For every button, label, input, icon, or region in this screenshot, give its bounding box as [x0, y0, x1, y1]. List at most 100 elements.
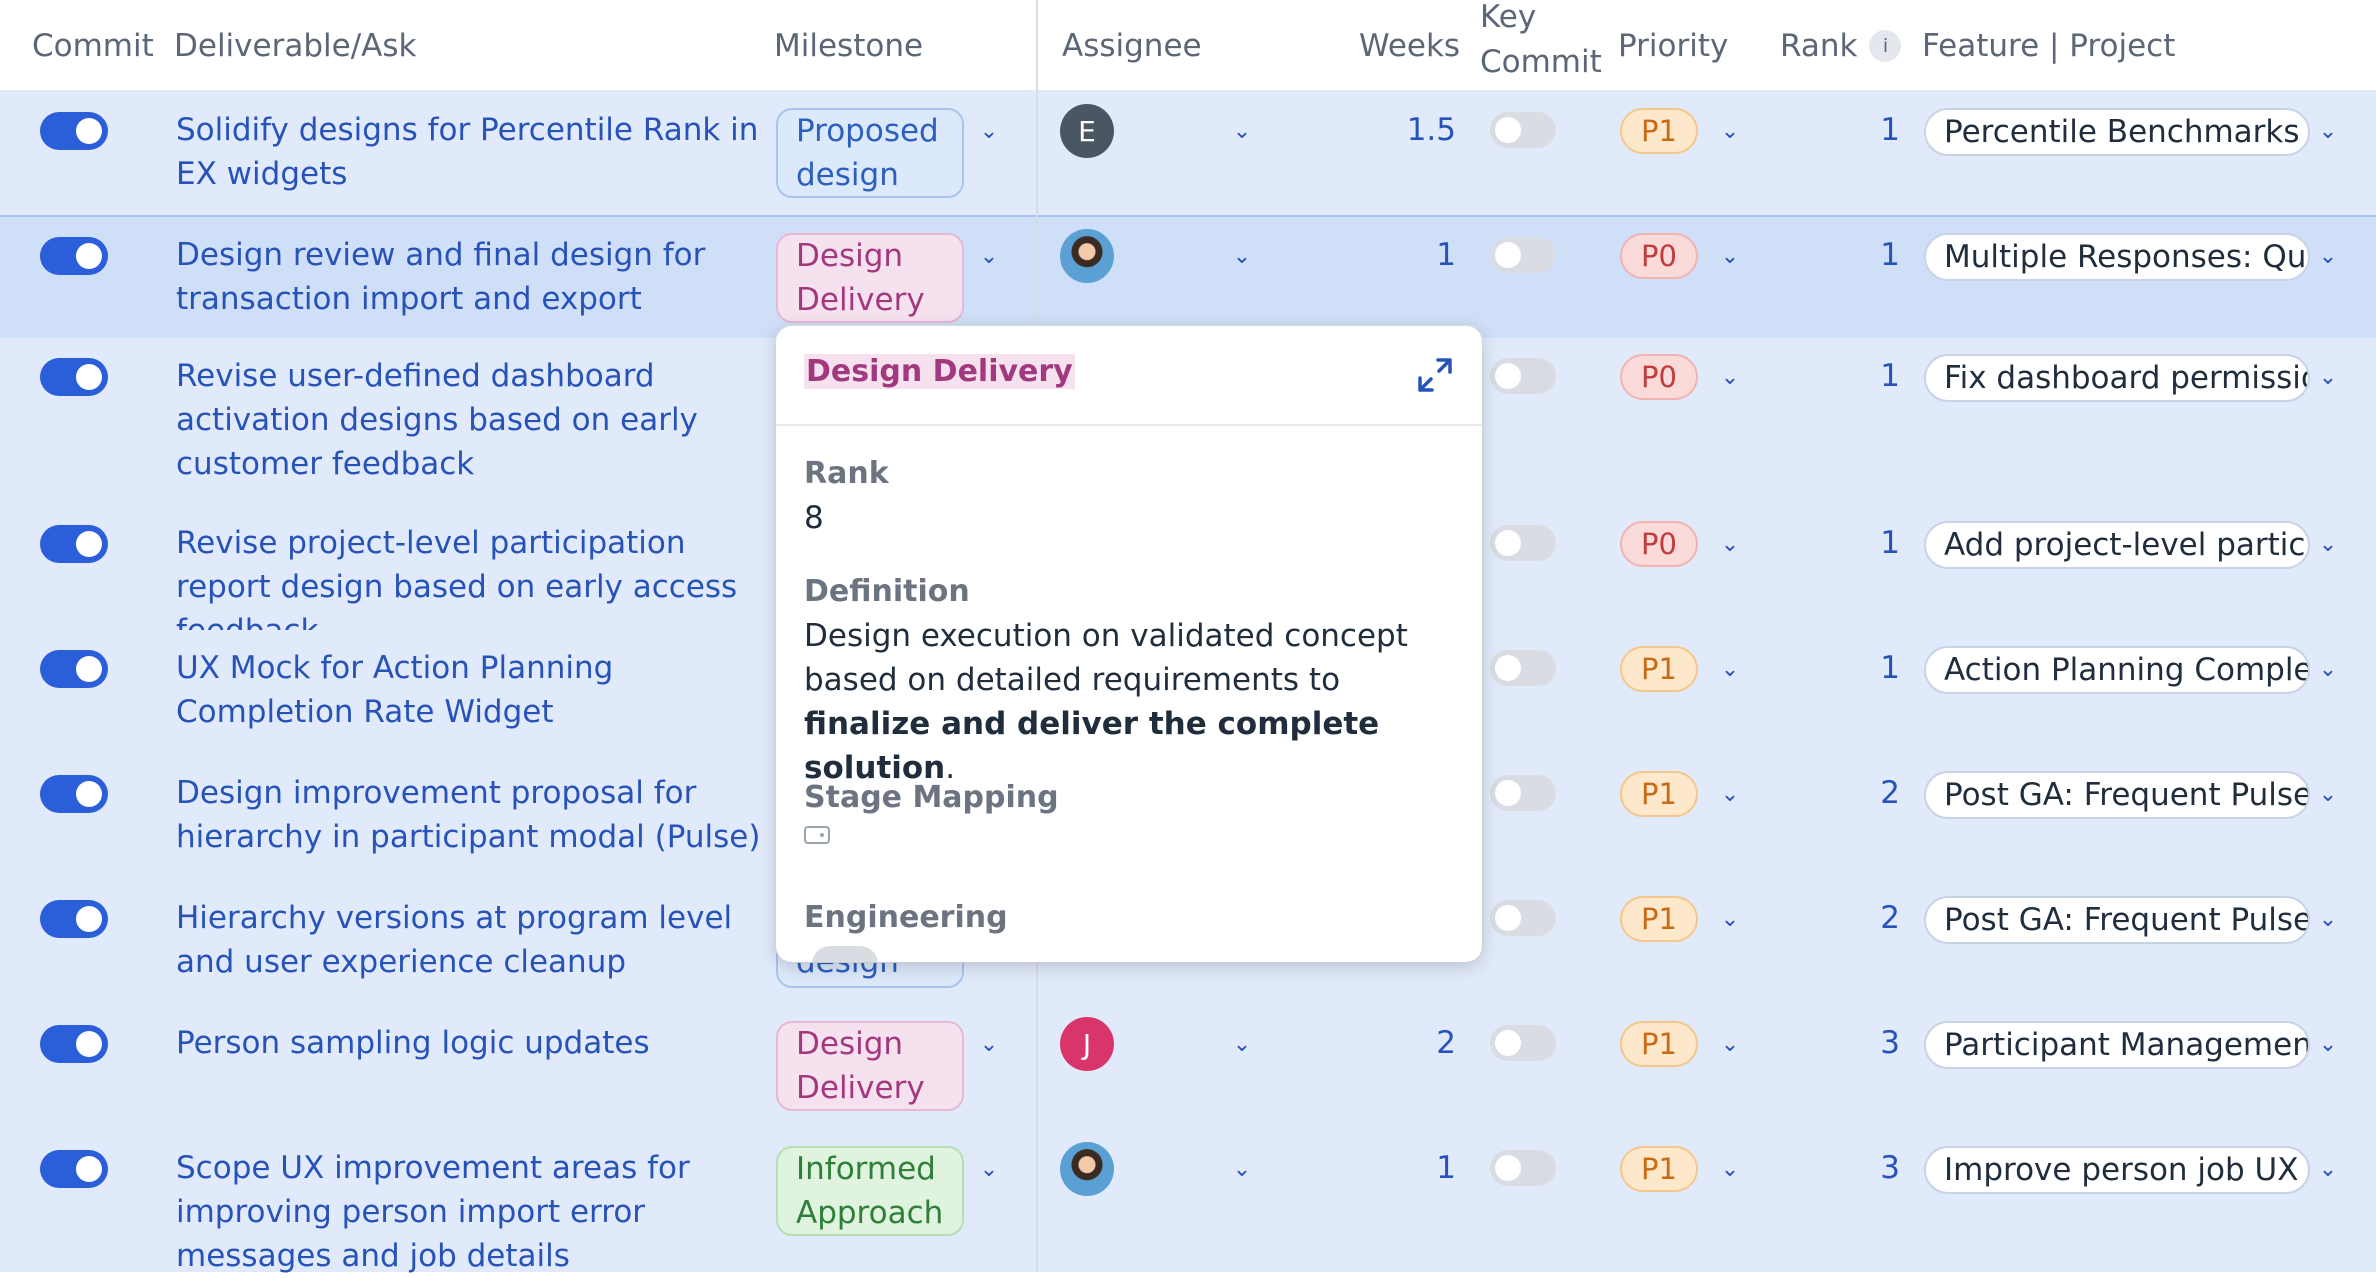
chevron-down-icon[interactable]: ⌄	[1718, 533, 1742, 557]
key-commit-switch[interactable]	[1490, 1150, 1556, 1186]
feature-project-chip[interactable]: Participant Management I	[1924, 1021, 2310, 1069]
commit-toggle[interactable]	[40, 237, 108, 275]
milestone-chip[interactable]: Design Delivery	[776, 1021, 964, 1111]
avatar[interactable]	[1060, 229, 1114, 283]
header-priority[interactable]: Priority	[1618, 28, 1728, 64]
chevron-down-icon[interactable]: ⌄	[1718, 366, 1742, 390]
chevron-down-icon[interactable]: ⌄	[1718, 1033, 1742, 1057]
table-row[interactable]: Person sampling logic updates Design Del…	[0, 1005, 2376, 1132]
rank-value[interactable]: 1	[1840, 358, 1900, 394]
commit-toggle[interactable]	[40, 1150, 108, 1188]
table-row[interactable]: Scope UX improvement areas for improving…	[0, 1130, 2376, 1274]
chevron-down-icon[interactable]: ⌄	[2316, 908, 2340, 932]
feature-project-chip[interactable]: Fix dashboard permission	[1924, 354, 2310, 402]
header-assignee[interactable]: Assignee	[1062, 28, 1202, 64]
header-milestone[interactable]: Milestone	[774, 28, 923, 64]
popover-title[interactable]: Design Delivery	[804, 354, 1075, 389]
header-rank[interactable]: Rank i	[1780, 28, 1902, 64]
chevron-down-icon[interactable]: ⌄	[2316, 658, 2340, 682]
commit-toggle[interactable]	[40, 112, 108, 150]
feature-project-chip[interactable]: Improve person job UX flo	[1924, 1146, 2310, 1194]
header-weeks[interactable]: Weeks	[1359, 28, 1460, 64]
table-row[interactable]: Design review and final design for trans…	[0, 215, 2376, 342]
key-commit-switch[interactable]	[1490, 112, 1556, 148]
deliverable-title[interactable]: Design review and final design for trans…	[176, 233, 766, 321]
rank-value[interactable]: 1	[1840, 112, 1900, 148]
deliverable-title[interactable]: UX Mock for Action Planning Completion R…	[176, 646, 766, 734]
chevron-down-icon[interactable]: ⌄	[2316, 245, 2340, 269]
priority-badge[interactable]: P1	[1620, 896, 1698, 942]
chevron-down-icon[interactable]: ⌄	[1718, 120, 1742, 144]
avatar[interactable]: J	[1060, 1017, 1114, 1071]
milestone-chip[interactable]: Design Delivery	[776, 233, 964, 323]
header-feature-project[interactable]: Feature | Project	[1922, 28, 2175, 64]
priority-badge[interactable]: P1	[1620, 108, 1698, 154]
key-commit-switch[interactable]	[1490, 237, 1556, 273]
feature-project-chip[interactable]: Action Planning Completic	[1924, 646, 2310, 694]
weeks-value[interactable]: 1.5	[1360, 112, 1456, 148]
engineering-toggle[interactable]	[812, 946, 878, 962]
key-commit-switch[interactable]	[1490, 1025, 1556, 1061]
milestone-chip[interactable]: Proposed design	[776, 108, 964, 198]
chevron-down-icon[interactable]: ⌄	[2316, 1158, 2340, 1182]
chevron-down-icon[interactable]: ⌄	[1718, 908, 1742, 932]
rank-value[interactable]: 2	[1840, 775, 1900, 811]
avatar[interactable]: E	[1060, 104, 1114, 158]
key-commit-switch[interactable]	[1490, 650, 1556, 686]
key-commit-switch[interactable]	[1490, 525, 1556, 561]
key-commit-switch[interactable]	[1490, 900, 1556, 936]
deliverable-title[interactable]: Hierarchy versions at program level and …	[176, 896, 766, 984]
chevron-down-icon[interactable]: ⌄	[2316, 1033, 2340, 1057]
deliverable-title[interactable]: Scope UX improvement areas for improving…	[176, 1146, 766, 1278]
avatar[interactable]	[1060, 1142, 1114, 1196]
chevron-down-icon[interactable]: ⌄	[1718, 245, 1742, 269]
header-deliverable[interactable]: Deliverable/Ask	[174, 28, 416, 64]
chevron-down-icon[interactable]: ⌄	[1230, 1158, 1254, 1182]
chevron-down-icon[interactable]: ⌄	[2316, 783, 2340, 807]
commit-toggle[interactable]	[40, 650, 108, 688]
rank-value[interactable]: 1	[1840, 650, 1900, 686]
key-commit-switch[interactable]	[1490, 358, 1556, 394]
chevron-down-icon[interactable]: ⌄	[977, 245, 1001, 269]
priority-badge[interactable]: P0	[1620, 233, 1698, 279]
chevron-down-icon[interactable]: ⌄	[977, 1033, 1001, 1057]
milestone-chip[interactable]: Informed Approach	[776, 1146, 964, 1236]
rank-value[interactable]: 3	[1840, 1025, 1900, 1061]
deliverable-title[interactable]: Solidify designs for Percentile Rank in …	[176, 108, 766, 196]
feature-project-chip[interactable]: Add project-level particip	[1924, 521, 2310, 569]
chevron-down-icon[interactable]: ⌄	[2316, 120, 2340, 144]
priority-badge[interactable]: P1	[1620, 771, 1698, 817]
priority-badge[interactable]: P1	[1620, 1021, 1698, 1067]
chevron-down-icon[interactable]: ⌄	[1230, 245, 1254, 269]
chevron-down-icon[interactable]: ⌄	[1718, 783, 1742, 807]
feature-project-chip[interactable]: Percentile Benchmarks in	[1924, 108, 2310, 156]
priority-badge[interactable]: P0	[1620, 354, 1698, 400]
rank-value[interactable]: 3	[1840, 1150, 1900, 1186]
chevron-down-icon[interactable]: ⌄	[1230, 120, 1254, 144]
priority-badge[interactable]: P1	[1620, 1146, 1698, 1192]
chevron-down-icon[interactable]: ⌄	[1230, 1033, 1254, 1057]
commit-toggle[interactable]	[40, 900, 108, 938]
feature-project-chip[interactable]: Post GA: Frequent Pulse	[1924, 896, 2310, 944]
weeks-value[interactable]: 1	[1360, 1150, 1456, 1186]
commit-toggle[interactable]	[40, 358, 108, 396]
feature-project-chip[interactable]: Post GA: Frequent Pulse	[1924, 771, 2310, 819]
priority-badge[interactable]: P0	[1620, 521, 1698, 567]
key-commit-switch[interactable]	[1490, 775, 1556, 811]
rank-value[interactable]: 2	[1840, 900, 1900, 936]
weeks-value[interactable]: 2	[1360, 1025, 1456, 1061]
commit-toggle[interactable]	[40, 775, 108, 813]
rank-value[interactable]: 1	[1840, 525, 1900, 561]
chevron-down-icon[interactable]: ⌄	[1718, 658, 1742, 682]
deliverable-title[interactable]: Person sampling logic updates	[176, 1021, 766, 1065]
commit-toggle[interactable]	[40, 525, 108, 563]
expand-icon[interactable]	[1416, 356, 1454, 394]
chevron-down-icon[interactable]: ⌄	[2316, 366, 2340, 390]
commit-toggle[interactable]	[40, 1025, 108, 1063]
deliverable-title[interactable]: Design improvement proposal for hierarch…	[176, 771, 766, 859]
info-icon[interactable]: i	[1869, 30, 1902, 62]
chevron-down-icon[interactable]: ⌄	[2316, 533, 2340, 557]
deliverable-title[interactable]: Revise user-defined dashboard activation…	[176, 354, 766, 486]
chevron-down-icon[interactable]: ⌄	[977, 120, 1001, 144]
weeks-value[interactable]: 1	[1360, 237, 1456, 273]
